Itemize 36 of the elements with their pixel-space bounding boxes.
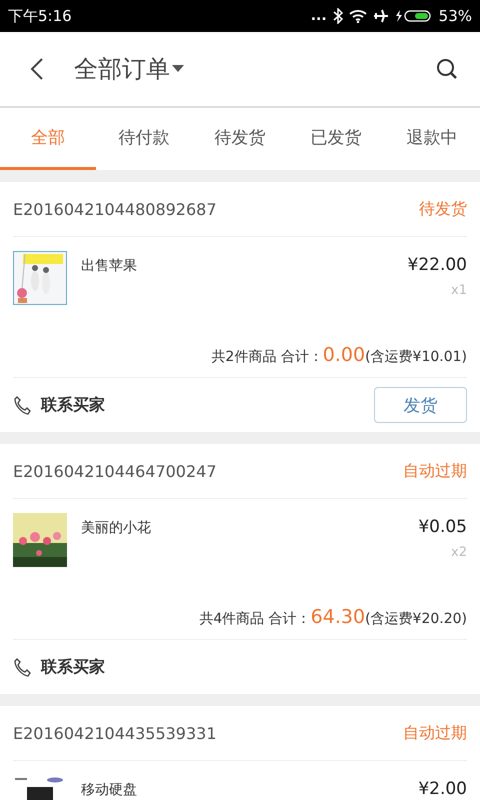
order-number: E2016042104480892687 xyxy=(13,200,217,218)
order-status: 自动过期 xyxy=(403,722,467,744)
product-name: 美丽的小花 xyxy=(81,519,151,537)
product-quantity: x1 xyxy=(451,283,467,298)
product-name: 移动硬盘 xyxy=(81,781,137,799)
phone-icon xyxy=(13,395,33,415)
order-status: 自动过期 xyxy=(403,460,467,482)
order-number: E2016042104464700247 xyxy=(13,462,217,480)
tab[interactable]: 退款中 xyxy=(384,108,480,170)
clock: 下午5:16 xyxy=(8,6,72,26)
battery-icon xyxy=(394,9,433,23)
contact-buyer-button[interactable]: 联系买家 xyxy=(13,394,105,416)
product-price: ¥22.00 xyxy=(408,255,467,275)
notification-dots: ... xyxy=(310,8,327,24)
wifi-icon xyxy=(348,9,367,23)
tab[interactable]: 待付款 xyxy=(96,108,192,170)
title-dropdown[interactable]: 全部订单 xyxy=(74,53,184,85)
product-price: ¥0.05 xyxy=(418,517,467,537)
back-icon[interactable] xyxy=(30,57,44,81)
order-summary: 共4件商品 合计：64.30(含运费¥20.20) xyxy=(199,606,467,628)
caret-icon xyxy=(172,65,184,73)
search-icon[interactable] xyxy=(436,58,458,80)
order-summary: 共2件商品 合计：0.00(含运费¥10.01) xyxy=(211,344,467,366)
contact-buyer-button[interactable]: 联系买家 xyxy=(13,656,105,678)
order-number: E2016042104435539331 xyxy=(13,724,217,742)
ship-button[interactable]: 发货 xyxy=(374,387,467,423)
order-status: 待发货 xyxy=(419,198,467,220)
phone-icon xyxy=(13,657,33,677)
airplane-icon xyxy=(372,8,389,24)
tab[interactable]: 待发货 xyxy=(192,108,288,170)
bluetooth-icon xyxy=(332,8,343,24)
product-quantity: x2 xyxy=(451,545,467,560)
product-name: 出售苹果 xyxy=(81,257,137,275)
product-price: ¥2.00 xyxy=(418,779,467,799)
tab[interactable]: 已发货 xyxy=(288,108,384,170)
battery-percent: 53% xyxy=(438,7,472,25)
